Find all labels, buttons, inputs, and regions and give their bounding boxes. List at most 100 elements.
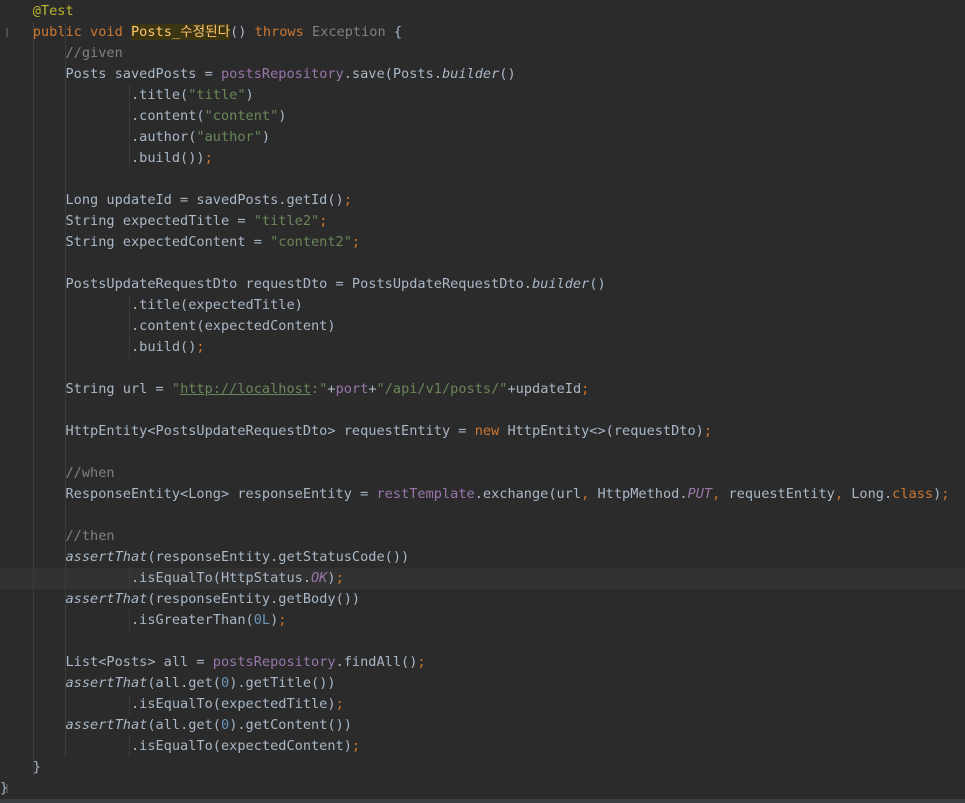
code-line-text: HttpEntity<PostsUpdateRequestDto> reques…	[0, 421, 712, 442]
code-line[interactable]: .isEqualTo(expectedContent);	[0, 736, 965, 757]
code-line[interactable]: }	[0, 778, 965, 799]
code-line[interactable]: public void Posts_수정된다() throws Exceptio…	[0, 22, 965, 43]
code-token: //given	[65, 45, 123, 61]
code-line[interactable]: .isGreaterThan(0L);	[0, 610, 965, 631]
code-token: http://localhost	[180, 381, 312, 397]
code-line[interactable]: .author("author")	[0, 127, 965, 148]
code-line[interactable]	[0, 400, 965, 421]
code-line[interactable]: .title(expectedTitle)	[0, 295, 965, 316]
code-token: "content"	[204, 108, 279, 124]
code-line[interactable]: .build();	[0, 337, 965, 358]
code-line[interactable]	[0, 631, 965, 652]
code-line-text: .content(expectedContent)	[0, 316, 336, 337]
code-line[interactable]: HttpEntity<PostsUpdateRequestDto> reques…	[0, 421, 965, 442]
code-line-text: ResponseEntity<Long> responseEntity = re…	[0, 484, 949, 505]
code-token: .title(	[0, 87, 189, 103]
code-token: ()	[230, 24, 255, 40]
code-token: Exception	[311, 24, 386, 40]
code-token: ;	[204, 150, 213, 166]
code-token: ).getContent())	[229, 717, 352, 733]
code-token: .isEqualTo(expectedContent)	[0, 738, 352, 754]
code-line[interactable]: .title("title")	[0, 85, 965, 106]
code-line-current[interactable]: .isEqualTo(HttpStatus.OK);	[0, 568, 965, 589]
code-line-text: }	[0, 778, 8, 799]
code-token: HttpEntity<PostsUpdateRequestDto> reques…	[0, 423, 475, 439]
code-line[interactable]: .content("content")	[0, 106, 965, 127]
code-token: ()	[499, 66, 516, 82]
code-line[interactable]: assertThat(responseEntity.getStatusCode(…	[0, 547, 965, 568]
code-token: }	[0, 759, 41, 775]
code-token: ;	[351, 234, 361, 250]
code-token: ;	[335, 570, 344, 586]
code-token: (responseEntity.getBody())	[147, 591, 361, 607]
code-token: ;	[278, 612, 287, 628]
code-token: //then	[65, 528, 115, 544]
code-line[interactable]: List<Posts> all = postsRepository.findAl…	[0, 652, 965, 673]
code-token: ;	[196, 339, 205, 355]
code-line-text: //when	[0, 463, 114, 484]
code-line[interactable]	[0, 442, 965, 463]
code-token: 0	[221, 717, 230, 733]
code-line-text: .build();	[0, 337, 205, 358]
code-token: }	[0, 780, 9, 796]
code-token: .save(Posts.	[343, 66, 442, 82]
code-line[interactable]: @Test	[0, 1, 965, 22]
code-line[interactable]: //when	[0, 463, 965, 484]
code-line-text: List<Posts> all = postsRepository.findAl…	[0, 652, 426, 673]
code-line[interactable]: .isEqualTo(expectedTitle);	[0, 694, 965, 715]
code-line-text: .title(expectedTitle)	[0, 295, 303, 316]
code-line[interactable]: String url = "http://localhost:"+port+"/…	[0, 379, 965, 400]
code-line[interactable]: //then	[0, 526, 965, 547]
code-token: HttpMethod.	[597, 486, 688, 502]
code-token: ;	[417, 654, 426, 670]
code-line[interactable]: String expectedTitle = "title2";	[0, 211, 965, 232]
code-line[interactable]: }	[0, 757, 965, 778]
code-line[interactable]: assertThat(all.get(0).getTitle())	[0, 673, 965, 694]
indent-guide	[33, 631, 34, 652]
code-token: )	[261, 129, 271, 145]
code-token: "title2"	[253, 213, 320, 229]
indent-guide	[65, 169, 66, 190]
code-token: ,	[834, 486, 852, 502]
code-token: .title(expectedTitle)	[0, 297, 303, 313]
code-line[interactable]: .content(expectedContent)	[0, 316, 965, 337]
code-line[interactable]: //given	[0, 43, 965, 64]
indent-guide	[33, 169, 34, 190]
code-token: assertThat	[65, 591, 148, 607]
code-editor[interactable]: @Test public void Posts_수정된다() throws Ex…	[0, 0, 965, 803]
code-line[interactable]: Long updateId = savedPosts.getId();	[0, 190, 965, 211]
code-line[interactable]: Posts savedPosts = postsRepository.save(…	[0, 64, 965, 85]
code-line-text: .isGreaterThan(0L);	[0, 610, 287, 631]
code-token: .build()	[0, 339, 197, 355]
code-line-text: }	[0, 757, 41, 778]
code-token: ;	[335, 696, 344, 712]
code-token: "/api/v1/posts/"	[376, 381, 508, 397]
code-token: .content(expectedContent)	[0, 318, 336, 334]
code-line[interactable]: assertThat(all.get(0).getContent())	[0, 715, 965, 736]
code-line[interactable]: assertThat(responseEntity.getBody())	[0, 589, 965, 610]
code-token: .build())	[0, 150, 205, 166]
code-line[interactable]: .build());	[0, 148, 965, 169]
code-token: )	[278, 108, 287, 124]
code-line[interactable]	[0, 169, 965, 190]
code-line[interactable]: String expectedContent = "content2";	[0, 232, 965, 253]
code-line[interactable]: PostsUpdateRequestDto requestDto = Posts…	[0, 274, 965, 295]
code-token: (all.get(	[147, 717, 221, 733]
indent-guide	[65, 505, 66, 526]
code-line-text: String expectedContent = "content2";	[0, 232, 360, 253]
code-line-text: .title("title")	[0, 85, 254, 106]
code-line-text: .isEqualTo(expectedContent);	[0, 736, 360, 757]
code-line[interactable]: ResponseEntity<Long> responseEntity = re…	[0, 484, 965, 505]
code-line[interactable]	[0, 358, 965, 379]
code-token: Posts savedPosts =	[0, 66, 221, 82]
code-line[interactable]	[0, 505, 965, 526]
code-area[interactable]: @Test public void Posts_수정된다() throws Ex…	[0, 1, 965, 799]
code-token: postsRepository	[212, 654, 336, 670]
code-line[interactable]	[0, 253, 965, 274]
code-token: ).getTitle())	[229, 675, 336, 691]
code-token: new	[474, 423, 508, 439]
code-token: .author(	[0, 129, 197, 145]
code-token: PostsUpdateRequestDto requestDto = Posts…	[0, 276, 532, 292]
